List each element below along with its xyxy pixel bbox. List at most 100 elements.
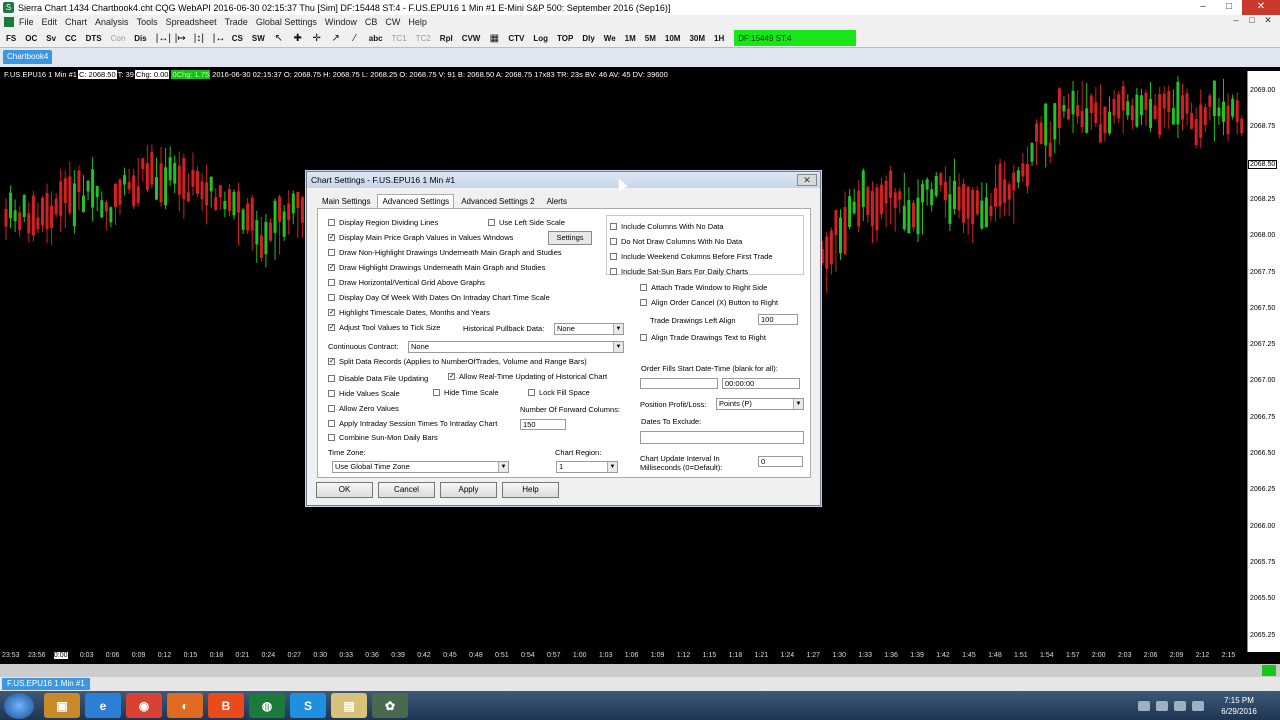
price-axis[interactable]: 2069.00 2068.75 2068.50 2068.25 2068.00 2067.… bbox=[1247, 71, 1280, 653]
tb-cc[interactable]: CC bbox=[62, 30, 80, 46]
combine-sun-mon-check[interactable]: Combine Sun-Mon Daily Bars bbox=[328, 433, 438, 442]
time-zone-select[interactable]: Use Global Time Zone ▼ bbox=[332, 461, 509, 473]
disable-file-updating-check[interactable]: Disable Data File Updating bbox=[328, 374, 428, 383]
tb-fs[interactable]: FS bbox=[3, 30, 19, 46]
tray-volume-icon[interactable] bbox=[1174, 700, 1186, 711]
menu-trade[interactable]: Trade bbox=[225, 17, 248, 27]
tb-tc1[interactable]: TC1 bbox=[389, 30, 410, 46]
tb-tc2[interactable]: TC2 bbox=[413, 30, 434, 46]
tb-sw[interactable]: SW bbox=[249, 30, 268, 46]
historical-pullback-select[interactable]: None ▼ bbox=[554, 323, 624, 335]
dates-to-exclude-input[interactable] bbox=[640, 431, 804, 444]
checkbox[interactable]: ✓ bbox=[328, 234, 335, 241]
menu-chart[interactable]: Chart bbox=[65, 17, 87, 27]
tb-bar-spacing-icon[interactable]: |↔| bbox=[153, 30, 171, 46]
checkbox[interactable] bbox=[610, 253, 617, 260]
tb-10m[interactable]: 10M bbox=[662, 30, 684, 46]
right-group-check-3[interactable]: Include Sat-Sun Bars For Daily Charts bbox=[610, 267, 748, 276]
right-group-check-0[interactable]: Include Columns With No Data bbox=[610, 222, 724, 231]
checkbox[interactable] bbox=[328, 375, 335, 382]
tb-ctv[interactable]: CTV bbox=[505, 30, 527, 46]
tb-dis[interactable]: Dis bbox=[131, 30, 149, 46]
tab-main-settings[interactable]: Main Settings bbox=[317, 194, 375, 208]
hide-values-scale-check[interactable]: Hide Values Scale bbox=[328, 389, 400, 398]
start-orb-icon[interactable] bbox=[4, 692, 34, 719]
checkbox[interactable] bbox=[433, 389, 440, 396]
time-axis[interactable]: 23:53 23:56 0:00 0:03 0:06 0:09 0:12 0:15 0:18 0:… bbox=[0, 652, 1280, 664]
tb-expand-icon[interactable]: |↔ bbox=[210, 30, 226, 46]
tb-we[interactable]: We bbox=[601, 30, 619, 46]
order-fills-time-input[interactable]: 00:00:00 bbox=[722, 378, 800, 389]
chevron-down-icon[interactable]: ▼ bbox=[607, 462, 617, 472]
tb-dly[interactable]: Dly bbox=[579, 30, 597, 46]
tray-flag-icon[interactable] bbox=[1138, 700, 1150, 711]
menu-tools[interactable]: Tools bbox=[137, 17, 158, 27]
menu-cw[interactable]: CW bbox=[385, 17, 400, 27]
update-interval-input[interactable]: 0 bbox=[758, 456, 803, 467]
left-check-0[interactable]: Display Region Dividing Lines bbox=[328, 218, 438, 227]
tb-1m[interactable]: 1M bbox=[622, 30, 639, 46]
apply-intraday-session-check[interactable]: Apply Intraday Session Times To Intraday… bbox=[328, 419, 497, 428]
checkbox[interactable] bbox=[640, 334, 647, 341]
checkbox[interactable] bbox=[610, 223, 617, 230]
crosshair-icon[interactable]: ✚ bbox=[290, 30, 306, 46]
pointer-icon[interactable]: ↖ bbox=[271, 30, 287, 46]
checkbox[interactable] bbox=[328, 294, 335, 301]
lock-fill-space-check[interactable]: Lock Fill Space bbox=[528, 388, 590, 397]
checkbox[interactable] bbox=[488, 219, 495, 226]
chartbook-tab[interactable]: Chartbook4 bbox=[3, 50, 53, 64]
left-check-2[interactable]: Draw Non-Highlight Drawings Underneath M… bbox=[328, 248, 562, 257]
help-button[interactable]: Help bbox=[502, 482, 559, 498]
left-check-7[interactable]: ✓ Adjust Tool Values to Tick Size bbox=[328, 323, 440, 332]
checkbox[interactable]: ✓ bbox=[328, 324, 335, 331]
tb-1h[interactable]: 1H bbox=[711, 30, 727, 46]
menu-analysis[interactable]: Analysis bbox=[95, 17, 129, 27]
horizontal-scrollbar[interactable] bbox=[0, 664, 1280, 677]
tb-30m[interactable]: 30M bbox=[686, 30, 708, 46]
right-group-check-2[interactable]: Include Weekend Columns Before First Tra… bbox=[610, 252, 773, 261]
tb-scale-icon[interactable]: |↕| bbox=[191, 30, 207, 46]
attach-trade-window-check[interactable]: Attach Trade Window to Right Side bbox=[640, 283, 767, 292]
tb-con[interactable]: Con bbox=[108, 30, 129, 46]
checkbox[interactable] bbox=[328, 249, 335, 256]
chart-tab-1[interactable]: F.US.EPU16 1 Min #1 bbox=[2, 678, 90, 690]
explorer-icon[interactable]: ▣ bbox=[44, 693, 80, 718]
left-check-1[interactable]: ✓ Display Main Price Graph Values in Valu… bbox=[328, 233, 513, 242]
checkbox[interactable] bbox=[640, 299, 647, 306]
menu-edit[interactable]: Edit bbox=[42, 17, 58, 27]
chart-region-select[interactable]: 1 ▼ bbox=[556, 461, 618, 473]
chrome-icon[interactable]: ◉ bbox=[126, 693, 162, 718]
tb-cs[interactable]: CS bbox=[229, 30, 246, 46]
scroll-thumb[interactable] bbox=[1262, 665, 1276, 676]
menu-global-settings[interactable]: Global Settings bbox=[256, 17, 317, 27]
chevron-down-icon[interactable]: ▼ bbox=[498, 462, 508, 472]
tb-cvw[interactable]: CVW bbox=[459, 30, 484, 46]
tray-network-icon[interactable] bbox=[1156, 700, 1168, 711]
minimize-button[interactable]: – bbox=[1190, 0, 1216, 15]
allow-zero-values-check[interactable]: Allow Zero Values bbox=[328, 404, 399, 413]
apply-button[interactable]: Apply bbox=[440, 482, 497, 498]
sierra-taskbar-icon[interactable]: ✿ bbox=[372, 693, 408, 718]
checkbox[interactable] bbox=[328, 434, 335, 441]
menu-window[interactable]: Window bbox=[325, 17, 357, 27]
trade-drawings-left-input[interactable]: 100 bbox=[758, 314, 798, 325]
chevron-down-icon[interactable]: ▼ bbox=[793, 399, 803, 409]
dialog-close-button[interactable]: ✕ bbox=[797, 174, 817, 186]
checkbox[interactable] bbox=[328, 405, 335, 412]
ie-icon[interactable]: e bbox=[85, 693, 121, 718]
clock[interactable]: 7:15 PM 6/29/2016 bbox=[1210, 695, 1268, 717]
menu-file[interactable]: File bbox=[19, 17, 34, 27]
files-icon[interactable]: ▤ bbox=[331, 693, 367, 718]
left-check-5[interactable]: Display Day Of Week With Dates On Intrad… bbox=[328, 293, 550, 302]
cross-icon[interactable]: ✛ bbox=[309, 30, 325, 46]
left-check-4[interactable]: Draw Horizontal/Vertical Grid Above Grap… bbox=[328, 278, 485, 287]
checkbox[interactable] bbox=[328, 219, 335, 226]
ok-button[interactable]: OK bbox=[316, 482, 373, 498]
split-data-check[interactable]: ✓ Split Data Records (Applies to NumberO… bbox=[328, 357, 587, 366]
tab-alerts[interactable]: Alerts bbox=[542, 194, 572, 208]
allow-realtime-check[interactable]: ✓ Allow Real-Time Updating of Historical… bbox=[448, 372, 607, 381]
checkbox[interactable] bbox=[640, 284, 647, 291]
order-fills-date-input[interactable] bbox=[640, 378, 718, 389]
cancel-button[interactable]: Cancel bbox=[378, 482, 435, 498]
tray-keyboard-icon[interactable] bbox=[1192, 700, 1204, 711]
